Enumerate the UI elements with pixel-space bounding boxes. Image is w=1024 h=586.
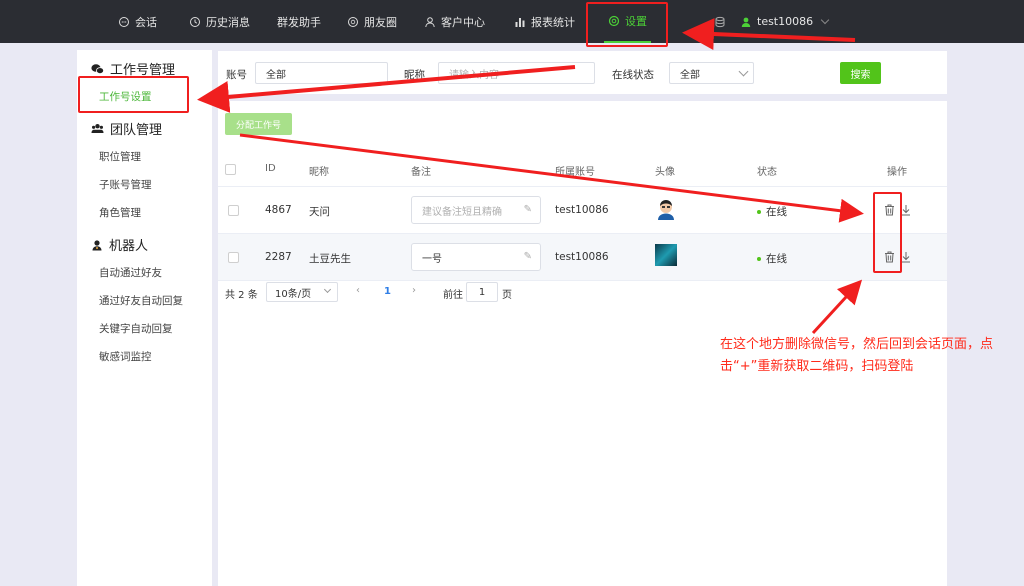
arrow-from-note: [811, 279, 863, 335]
annotation-arrows: [197, 18, 864, 335]
annotation-instruction-text: 在这个地方删除微信号，然后回到会话页面，点击“+”重新获取二维码，扫码登陆: [720, 337, 994, 374]
arrow-to-work-account-settings: [197, 65, 576, 113]
arrow-to-settings: [682, 18, 856, 51]
arrow-to-delete-icon: [239, 133, 864, 223]
